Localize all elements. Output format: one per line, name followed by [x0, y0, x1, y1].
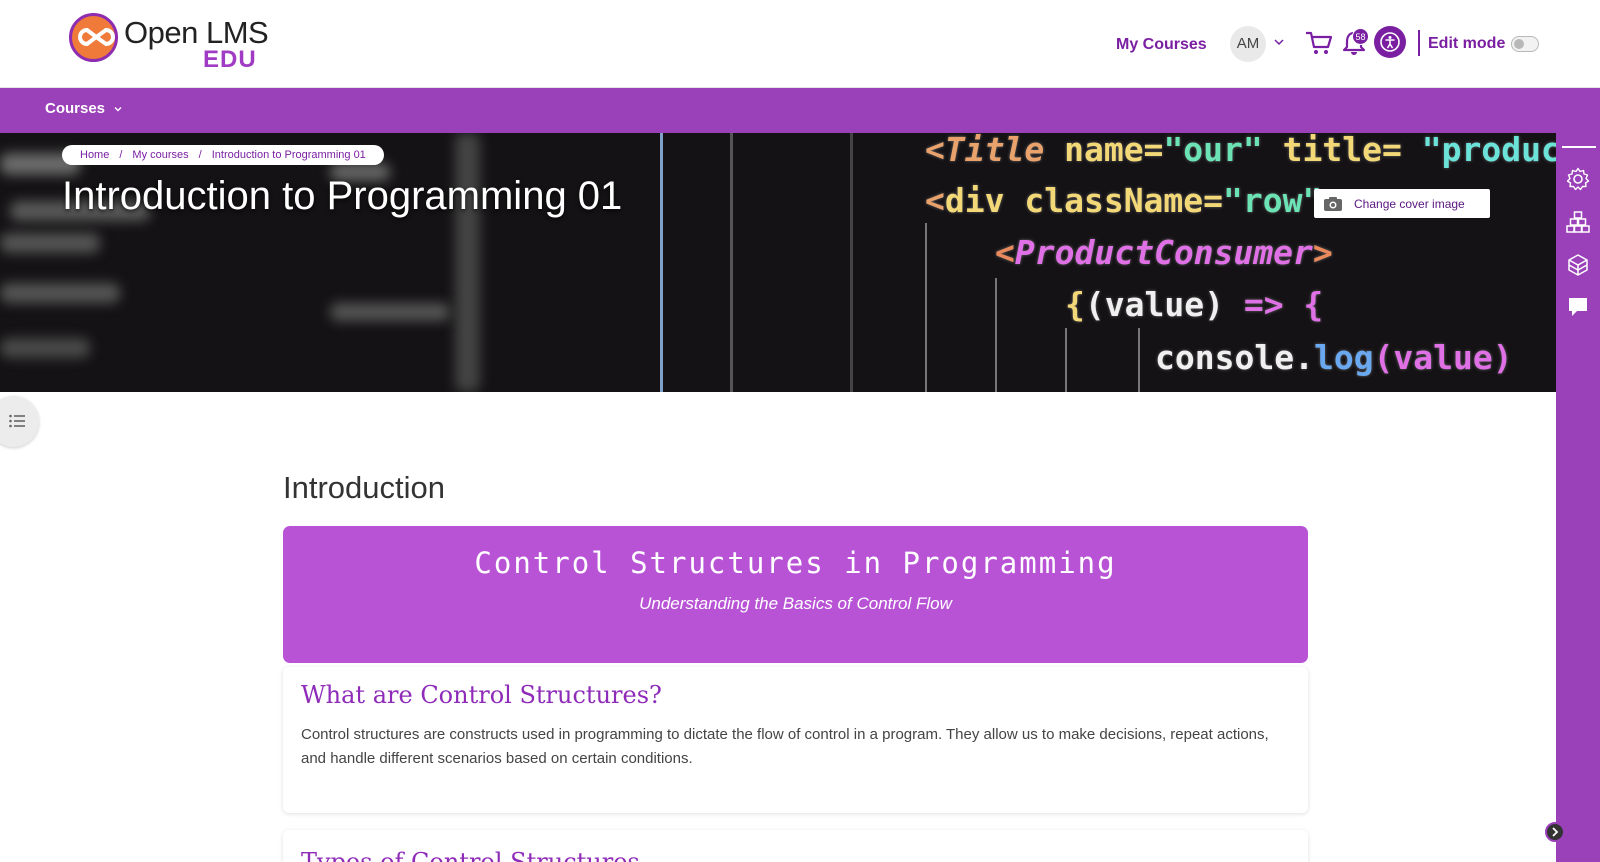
cover-blur [330, 303, 450, 321]
drawer-indicator [1562, 146, 1596, 148]
banner-title: Control Structures in Programming [474, 546, 1117, 580]
breadcrumb-separator: / [119, 149, 123, 161]
cover-line [1138, 328, 1140, 392]
page-title: Introduction to Programming 01 [62, 174, 623, 218]
breadcrumb-course[interactable]: Introduction to Programming 01 [212, 149, 366, 161]
section-title: Introduction [283, 470, 445, 505]
notifications-badge: 58 [1352, 28, 1369, 45]
chat-icon[interactable] [1566, 295, 1590, 319]
course-index-toggle[interactable] [0, 396, 39, 447]
cover-line [660, 133, 663, 392]
card-title: Types of Control Structures [301, 848, 640, 862]
edit-mode-label: Edit mode [1428, 35, 1506, 52]
edit-mode-toggle[interactable] [1511, 36, 1539, 52]
content-banner: Control Structures in Programming Unders… [283, 526, 1308, 663]
courses-menu-label: Courses [45, 100, 106, 117]
breadcrumb: Home / My courses / Introduction to Prog… [62, 145, 384, 165]
cover-code-line: {(value) => { [1065, 285, 1324, 324]
blocks-icon[interactable] [1566, 210, 1590, 234]
camera-icon [1324, 196, 1342, 211]
right-drawer [1556, 133, 1600, 862]
cover-code-line: <Title name="our" title= "product [925, 133, 1556, 169]
change-cover-label: Change cover image [1354, 196, 1465, 211]
card-title: What are Control Structures? [301, 681, 662, 709]
avatar[interactable]: AM [1230, 26, 1266, 62]
cover-blur [0, 338, 90, 358]
header-separator [1418, 30, 1420, 56]
drawer-expand-button[interactable] [1545, 822, 1565, 842]
cover-blur [0, 283, 120, 303]
change-cover-button[interactable]: Change cover image [1314, 189, 1490, 218]
my-courses-link[interactable]: My Courses [1116, 36, 1207, 54]
cover-line [850, 133, 853, 392]
breadcrumb-my-courses[interactable]: My courses [132, 149, 188, 161]
content-card: Types of Control Structures [283, 830, 1308, 862]
primary-nav: Courses [0, 88, 1600, 133]
chevron-down-icon[interactable] [1273, 36, 1285, 48]
cover-line [730, 133, 733, 392]
list-icon [9, 414, 25, 428]
chevron-down-icon [114, 106, 122, 111]
breadcrumb-separator: / [198, 149, 202, 161]
cover-code-line: console.log(value) [1155, 338, 1513, 377]
top-header: Open LMS EDU My Courses AM 58 Edit mode [0, 0, 1600, 88]
course-cover-image: <Title name="our" title= "product <div c… [0, 133, 1556, 392]
cover-code-line: <ProductConsumer> [995, 233, 1333, 272]
site-logo[interactable]: Open LMS EDU [69, 12, 269, 74]
cover-line [925, 223, 927, 392]
breadcrumb-home[interactable]: Home [80, 149, 109, 161]
cover-blur [455, 133, 480, 392]
banner-subtitle: Understanding the Basics of Control Flow [639, 594, 952, 613]
tools-icon[interactable] [1566, 253, 1590, 277]
cover-blur [0, 233, 100, 253]
chevron-right-icon [1552, 827, 1559, 837]
content-card: What are Control Structures? Control str… [283, 667, 1308, 813]
cover-code-line: <div className="row"> [925, 181, 1342, 220]
cover-line [1065, 328, 1067, 392]
logo-edu: EDU [203, 46, 257, 73]
courses-menu[interactable]: Courses [45, 100, 123, 117]
cover-line [995, 278, 997, 392]
toggle-knob [1514, 39, 1524, 49]
accessibility-icon[interactable] [1374, 26, 1406, 58]
cart-icon[interactable] [1305, 29, 1333, 57]
logo-icon [69, 13, 118, 62]
gear-icon[interactable] [1566, 167, 1590, 191]
card-text: Control structures are constructs used i… [301, 726, 1269, 767]
